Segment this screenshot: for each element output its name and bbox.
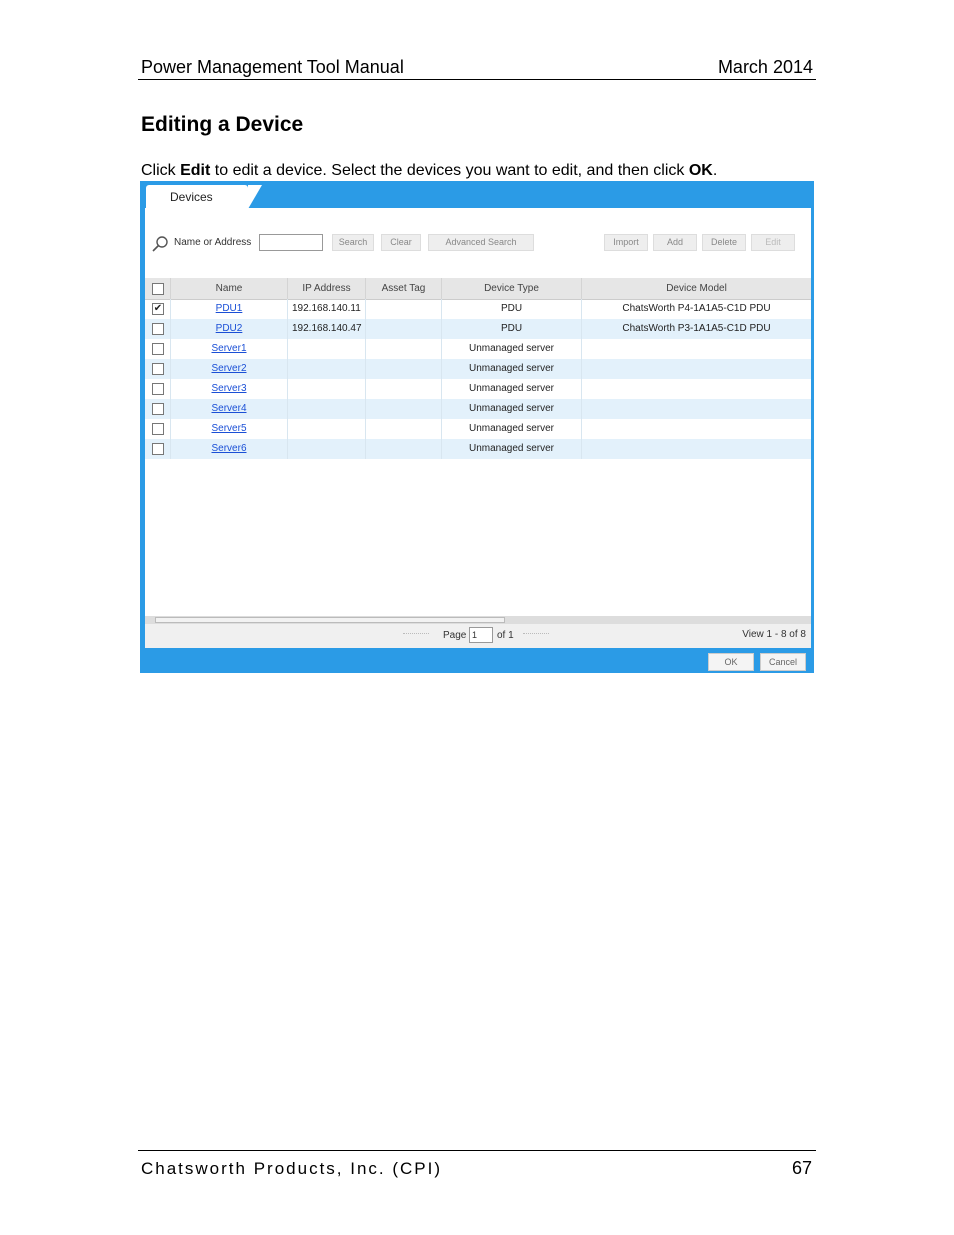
device-link[interactable]: Server6	[211, 443, 246, 454]
ip-cell: 192.168.140.47	[288, 319, 366, 339]
device-link[interactable]: PDU1	[216, 303, 243, 314]
section-heading: Editing a Device	[141, 113, 304, 136]
prev-page-icon[interactable]	[403, 633, 429, 638]
device-link[interactable]: Server2	[211, 363, 246, 374]
search-label: Name or Address	[174, 237, 252, 248]
table-row[interactable]: ✔ PDU1 192.168.140.11 PDU ChatsWorth P4-…	[145, 299, 811, 319]
device-link[interactable]: Server3	[211, 383, 246, 394]
asset-cell	[366, 319, 442, 339]
type-cell: PDU	[442, 319, 582, 339]
table-row[interactable]: Server4 Unmanaged server	[145, 399, 811, 419]
col-device-type[interactable]: Device Type	[442, 278, 582, 299]
asset-cell	[366, 399, 442, 419]
delete-button[interactable]: Delete	[702, 234, 746, 251]
asset-cell	[366, 359, 442, 379]
model-cell: ChatsWorth P3-1A1A5-C1D PDU	[622, 323, 771, 334]
model-cell	[582, 439, 811, 459]
select-all-checkbox[interactable]	[152, 283, 164, 295]
device-link[interactable]: PDU2	[216, 323, 243, 334]
tab-devices[interactable]: Devices	[146, 185, 248, 209]
device-link[interactable]: Server5	[211, 423, 246, 434]
ip-cell	[288, 339, 366, 359]
table-row[interactable]: Server3 Unmanaged server	[145, 379, 811, 399]
ip-cell	[288, 399, 366, 419]
row-checkbox[interactable]	[152, 423, 164, 435]
col-ip-address[interactable]: IP Address	[288, 278, 366, 299]
table-row[interactable]: Server5 Unmanaged server	[145, 419, 811, 439]
company-name: Chatsworth Products, Inc. (CPI)	[141, 1159, 443, 1178]
clear-button[interactable]: Clear	[381, 234, 421, 251]
devices-toolbar: Name or Address Search Clear Advanced Se…	[145, 208, 811, 278]
page-number-input[interactable]: 1	[469, 627, 493, 643]
type-cell: Unmanaged server	[442, 379, 582, 399]
model-cell	[582, 399, 811, 419]
search-icon	[152, 236, 168, 252]
horizontal-scrollbar[interactable]	[145, 616, 811, 624]
header-rule	[138, 79, 816, 80]
page-number: 67	[791, 1158, 812, 1178]
type-cell: Unmanaged server	[442, 339, 582, 359]
ip-cell: 192.168.140.11	[288, 299, 366, 319]
asset-cell	[366, 339, 442, 359]
device-link[interactable]: Server1	[211, 343, 246, 354]
row-checkbox[interactable]	[152, 403, 164, 415]
ip-cell	[288, 359, 366, 379]
header-select-all[interactable]	[145, 278, 171, 299]
scrollbar-thumb[interactable]	[155, 617, 505, 623]
search-input[interactable]	[259, 234, 323, 251]
type-cell: Unmanaged server	[442, 439, 582, 459]
asset-cell	[366, 439, 442, 459]
row-checkbox[interactable]	[152, 343, 164, 355]
footer-rule	[138, 1150, 816, 1151]
model-cell	[582, 359, 811, 379]
ip-cell	[288, 419, 366, 439]
ip-cell	[288, 379, 366, 399]
table-row[interactable]: Server1 Unmanaged server	[145, 339, 811, 359]
manual-title: Power Management Tool Manual	[141, 57, 404, 77]
device-link[interactable]: Server4	[211, 403, 246, 414]
asset-cell	[366, 419, 442, 439]
ip-cell	[288, 439, 366, 459]
tab-tail	[248, 185, 262, 209]
asset-cell	[366, 379, 442, 399]
row-checkbox-checked[interactable]: ✔	[152, 303, 164, 315]
edit-button[interactable]: Edit	[751, 234, 795, 251]
model-cell	[582, 339, 811, 359]
view-count: View 1 - 8 of 8	[742, 629, 806, 640]
row-checkbox[interactable]	[152, 323, 164, 335]
page-label: Page	[443, 630, 467, 641]
advanced-search-button[interactable]: Advanced Search	[428, 234, 534, 251]
manual-date: March 2014	[717, 57, 813, 77]
col-asset-tag[interactable]: Asset Tag	[366, 278, 442, 299]
table-row[interactable]: PDU2 192.168.140.47 PDU ChatsWorth P3-1A…	[145, 319, 811, 339]
next-page-icon[interactable]	[523, 633, 549, 638]
ok-button[interactable]: OK	[708, 653, 754, 671]
type-cell: Unmanaged server	[442, 419, 582, 439]
grid-header: Name IP Address Asset Tag Device Type De…	[145, 278, 811, 300]
cancel-button[interactable]: Cancel	[760, 653, 806, 671]
asset-cell	[366, 299, 442, 319]
row-checkbox[interactable]	[152, 363, 164, 375]
type-cell: Unmanaged server	[442, 399, 582, 419]
row-checkbox[interactable]	[152, 383, 164, 395]
col-name[interactable]: Name	[171, 278, 288, 299]
model-cell	[582, 419, 811, 439]
type-cell: PDU	[442, 299, 582, 319]
devices-dialog-screenshot: Devices Name or Address Search Clear Adv…	[140, 181, 814, 673]
col-device-model[interactable]: Device Model	[582, 278, 811, 299]
devices-panel: Name or Address Search Clear Advanced Se…	[145, 208, 811, 648]
add-button[interactable]: Add	[653, 234, 697, 251]
model-cell: ChatsWorth P4-1A1A5-C1D PDU	[622, 303, 771, 314]
page-of-label: of 1	[497, 630, 514, 641]
type-cell: Unmanaged server	[442, 359, 582, 379]
pager-bar: Page 1 of 1 View 1 - 8 of 8	[145, 624, 811, 648]
row-checkbox[interactable]	[152, 443, 164, 455]
import-button[interactable]: Import	[604, 234, 648, 251]
table-row[interactable]: Server2 Unmanaged server	[145, 359, 811, 379]
model-cell	[582, 379, 811, 399]
table-row[interactable]: Server6 Unmanaged server	[145, 439, 811, 459]
search-button[interactable]: Search	[332, 234, 374, 251]
instruction-paragraph: Click Edit to edit a device. Select the …	[141, 162, 718, 179]
